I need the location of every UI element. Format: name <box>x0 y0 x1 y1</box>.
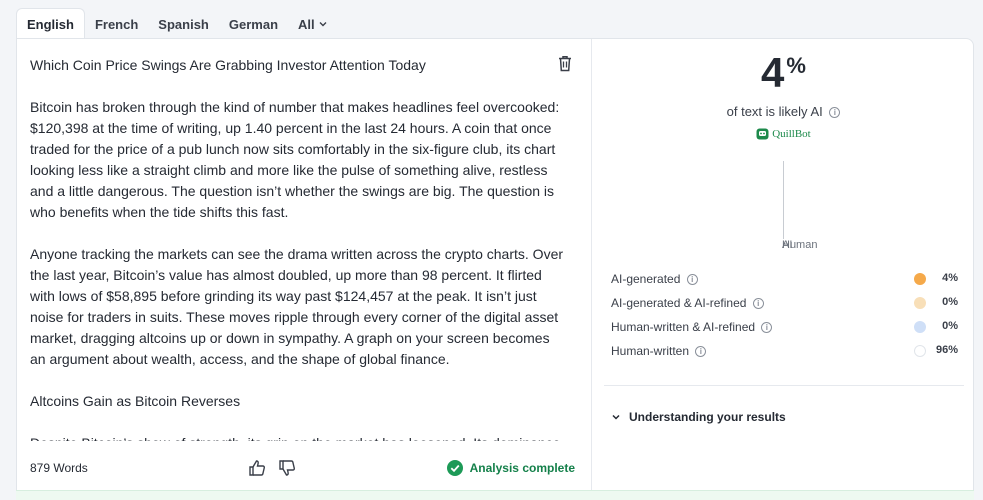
brand-name: QuillBot <box>772 127 811 140</box>
percent-sign: % <box>786 53 806 78</box>
analysis-status: Analysis complete <box>446 460 575 476</box>
chevron-down-icon <box>319 19 327 29</box>
detector-card: Which Coin Price Swings Are Grabbing Inv… <box>16 38 974 500</box>
info-icon[interactable]: i <box>761 322 773 334</box>
tab-german[interactable]: German <box>219 8 288 40</box>
likely-ai-label: of text is likely AI i <box>592 104 975 119</box>
info-icon[interactable]: i <box>695 346 707 358</box>
scale-ai-label: AI <box>782 239 793 251</box>
ai-percentage: 4% <box>592 49 975 97</box>
trash-icon[interactable] <box>557 55 575 73</box>
document-title[interactable]: Which Coin Price Swings Are Grabbing Inv… <box>30 57 426 73</box>
breakdown-label: Human-written i <box>611 344 958 358</box>
subheading: Altcoins Gain as Bitcoin Reverses <box>30 393 241 409</box>
ai-percentage-value: 4 <box>761 49 785 96</box>
color-dot <box>914 273 926 285</box>
info-icon[interactable]: i <box>686 274 698 286</box>
tab-spanish[interactable]: Spanish <box>148 8 219 40</box>
breakdown-value: 0% <box>942 320 958 332</box>
breakdown-label: Human-written & AI-refined i <box>611 320 958 334</box>
tab-all-label: All <box>298 16 315 32</box>
breakdown-row: Human-written & AI-refined i 0% <box>611 315 958 339</box>
breakdown-value: 96% <box>935 344 958 356</box>
tab-all[interactable]: All <box>288 8 337 40</box>
scale-line <box>783 161 784 239</box>
text-footer: 879 Words Analysis complete <box>30 459 575 479</box>
likely-ai-text: of text is likely AI <box>726 104 823 119</box>
tab-english[interactable]: English <box>16 8 85 40</box>
color-dot <box>914 345 926 357</box>
chevron-down-icon <box>612 412 620 422</box>
thumbs-down-icon[interactable] <box>278 459 296 477</box>
breakdown-row: AI-generated i 4% <box>611 267 958 291</box>
paragraph: Despite Bitcoin’s show of strength, its … <box>30 433 565 441</box>
breakdown-row: AI-generated & AI-refined i 0% <box>611 291 958 315</box>
breakdown-value: 0% <box>942 296 958 308</box>
language-tabs: English French Spanish German All <box>16 8 337 40</box>
divider <box>604 385 964 386</box>
brand-logo: QuillBot <box>592 127 975 140</box>
quillbot-logo-icon <box>756 127 769 140</box>
tab-french[interactable]: French <box>85 8 148 40</box>
text-panel: Which Coin Price Swings Are Grabbing Inv… <box>17 39 592 491</box>
breakdown-list: AI-generated i 4% AI-generated & AI-refi… <box>611 267 958 363</box>
understanding-results-label: Understanding your results <box>629 410 786 424</box>
breakdown-row: Human-written i 96% <box>611 339 958 363</box>
word-count: 879 Words <box>30 461 88 475</box>
info-icon[interactable]: i <box>829 107 841 119</box>
paragraph: Anyone tracking the markets can see the … <box>30 246 564 367</box>
scale-label: AI Human <box>782 239 817 251</box>
results-panel: 4% of text is likely AI i QuillBot AI Hu… <box>592 39 975 491</box>
info-icon[interactable]: i <box>752 298 764 310</box>
check-circle-icon <box>446 460 463 476</box>
bottom-banner <box>16 490 974 500</box>
thumbs-up-icon[interactable] <box>248 459 266 477</box>
analysis-status-text: Analysis complete <box>469 461 575 475</box>
understanding-results-toggle[interactable]: Understanding your results <box>612 410 786 424</box>
breakdown-label: AI-generated & AI-refined i <box>611 296 958 310</box>
color-dot <box>914 321 926 333</box>
color-dot <box>914 297 926 309</box>
feedback-buttons <box>248 459 296 477</box>
article-text[interactable]: Bitcoin has broken through the kind of n… <box>30 97 565 441</box>
breakdown-label: AI-generated i <box>611 272 958 286</box>
paragraph: Bitcoin has broken through the kind of n… <box>30 99 560 220</box>
breakdown-value: 4% <box>942 272 958 284</box>
